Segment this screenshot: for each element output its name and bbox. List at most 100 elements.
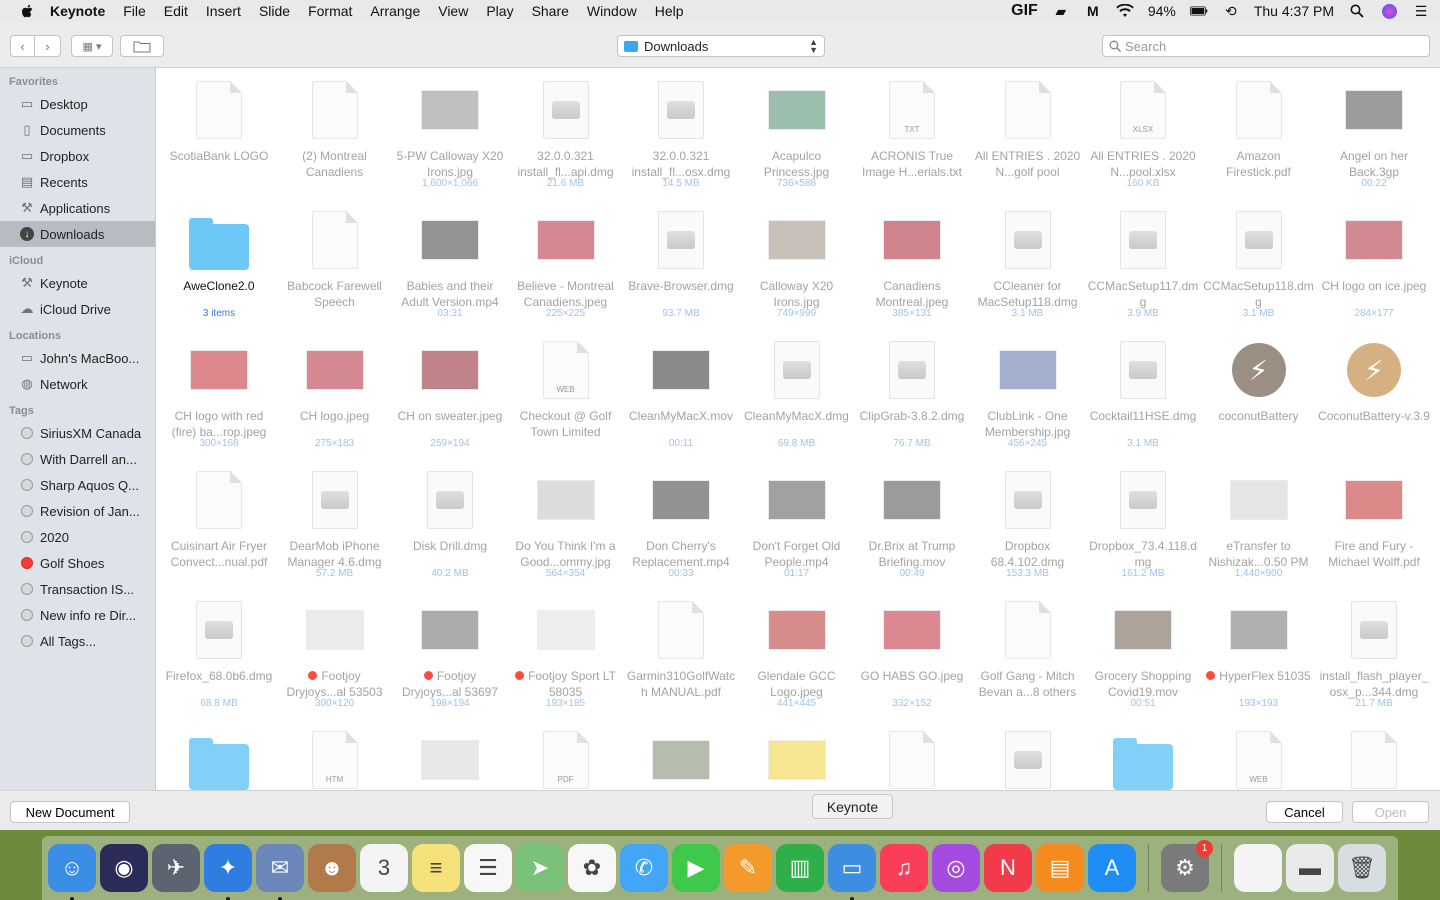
sidebar-tag-sharp-aquos[interactable]: Sharp Aquos Q... <box>0 472 155 498</box>
menu-play[interactable]: Play <box>486 3 513 19</box>
file-item[interactable]: Garmin310GolfWatch MANUAL.pdf <box>625 590 737 720</box>
file-item[interactable]: Babcock Farewell Speech <box>279 200 391 330</box>
messages-icon[interactable]: ✆ <box>620 844 668 892</box>
file-item[interactable]: Don't Forget Old People.mp4 01:17 <box>741 460 853 590</box>
forward-button[interactable]: › <box>34 35 61 57</box>
menu-edit[interactable]: Edit <box>164 3 188 19</box>
safari-icon[interactable]: ✦ <box>204 844 252 900</box>
notification-center-icon[interactable]: ☰ <box>1412 3 1430 19</box>
file-item[interactable]: Fire and Fury - Michael Wolff.pdf <box>1318 460 1430 590</box>
file-item[interactable]: CCleaner for MacSetup118.dmg 3.1 MB <box>972 200 1084 330</box>
file-item[interactable] <box>163 720 275 790</box>
new-document-button[interactable]: New Document <box>10 801 130 823</box>
file-item[interactable]: HyperFlex 51035 193×193 <box>1203 590 1315 720</box>
wifi-icon[interactable] <box>1116 3 1134 19</box>
sidebar-tag-revision[interactable]: Revision of Jan... <box>0 498 155 524</box>
sidebar-item-keynote[interactable]: ⚒ Keynote <box>0 270 155 296</box>
file-item[interactable] <box>625 720 737 790</box>
sidebar-tag-2020[interactable]: 2020 <box>0 524 155 550</box>
file-item[interactable]: CCMacSetup118.dmg 3.1 MB <box>1203 200 1315 330</box>
sidebar-tag-transaction[interactable]: Transaction IS... <box>0 576 155 602</box>
siri-icon[interactable]: ◉ <box>100 844 148 892</box>
menu-format[interactable]: Format <box>308 3 352 19</box>
spotlight-icon[interactable] <box>1348 3 1366 19</box>
file-item[interactable]: CleanMyMacX.mov 00:11 <box>625 330 737 460</box>
file-item[interactable]: (2) Montreal Canadiens <box>279 70 391 200</box>
file-item[interactable]: CH on sweater.jpeg 259×194 <box>394 330 506 460</box>
file-item[interactable]: GO HABS GO.jpeg 332×152 <box>856 590 968 720</box>
menu-slide[interactable]: Slide <box>259 3 290 19</box>
sidebar-item-network[interactable]: ◍ Network <box>0 371 155 397</box>
back-button[interactable]: ‹ <box>10 35 35 57</box>
sidebar-all-tags[interactable]: All Tags... <box>0 628 155 654</box>
sidebar-tag-siriusxm[interactable]: SiriusXM Canada <box>0 420 155 446</box>
apple-menu-icon[interactable] <box>20 3 36 19</box>
file-item[interactable]: CleanMyMacX.dmg 69.8 MB <box>741 330 853 460</box>
file-item[interactable] <box>1087 720 1199 790</box>
gif-menu-extra[interactable]: GIF <box>1011 2 1038 20</box>
sidebar-item-recents[interactable]: ▤ Recents <box>0 169 155 195</box>
file-item[interactable] <box>741 720 853 790</box>
pages-icon[interactable]: ✎ <box>724 844 772 892</box>
file-item[interactable]: Cocktail11HSE.dmg 3.1 MB <box>1087 330 1199 460</box>
sidebar-item-desktop[interactable]: ▭ Desktop <box>0 91 155 117</box>
open-button[interactable]: Open <box>1352 801 1429 823</box>
siri-menu-icon[interactable] <box>1380 3 1398 19</box>
file-item[interactable]: 32.0.0.321 install_fl...osx.dmg 14.5 MB <box>625 70 737 200</box>
news-icon[interactable]: N <box>984 844 1032 892</box>
file-item[interactable]: Dropbox 68.4.102.dmg 153.3 MB <box>972 460 1084 590</box>
file-item[interactable]: ⚡ coconutBattery <box>1203 330 1315 460</box>
reminders-icon[interactable]: ☰ <box>464 844 512 892</box>
menu-window[interactable]: Window <box>587 3 637 19</box>
file-item[interactable]: TXT ACRONIS True Image H...erials.txt <box>856 70 968 200</box>
menubar-clock[interactable]: Thu 4:37 PM <box>1254 3 1334 19</box>
facetime-icon[interactable]: ▶ <box>672 844 720 892</box>
keynote-icon[interactable]: ▭ <box>828 844 876 900</box>
file-item[interactable]: Babies and their Adult Version.mp4 03:31 <box>394 200 506 330</box>
menu-app-name[interactable]: Keynote <box>50 3 105 19</box>
monitor-status-icon[interactable]: ▰ <box>1052 3 1070 19</box>
file-item[interactable]: WEB Checkout @ Golf Town Limited <box>510 330 622 460</box>
file-item[interactable]: Firefox_68.0b6.dmg 68.8 MB <box>163 590 275 720</box>
books-icon[interactable]: ▤ <box>1036 844 1084 892</box>
file-item[interactable]: CH logo with red (fire) ba...rop.jpeg 300… <box>163 330 275 460</box>
file-item[interactable]: Dropbox_73.4.118.dmg 161.2 MB <box>1087 460 1199 590</box>
file-item[interactable]: CH logo on ice.jpeg 284×177 <box>1318 200 1430 330</box>
battery-icon[interactable] <box>1189 3 1208 19</box>
numbers-icon[interactable]: ▥ <box>776 844 824 892</box>
file-item[interactable] <box>972 720 1084 790</box>
sidebar-item-dropbox[interactable]: ▭ Dropbox <box>0 143 155 169</box>
file-item[interactable]: Canadiens Montreal.jpeg 385×131 <box>856 200 968 330</box>
menu-file[interactable]: File <box>123 3 146 19</box>
file-item[interactable]: Golf Gang - Mitch Bevan a...8 others <box>972 590 1084 720</box>
file-item[interactable]: ⚡ CoconutBattery-v.3.9 <box>1318 330 1430 460</box>
screenshot-icon[interactable]: ▬ <box>1286 844 1334 892</box>
photos-icon[interactable]: ✿ <box>568 844 616 892</box>
file-item[interactable]: Believe - Montreal Canadiens.jpeg 225×225 <box>510 200 622 330</box>
file-item[interactable]: Amazon Firestick.pdf <box>1203 70 1315 200</box>
file-item[interactable]: CH logo.jpeg 275×183 <box>279 330 391 460</box>
file-item[interactable]: HTM <box>279 720 391 790</box>
file-item[interactable]: 32.0.0.321 install_fl...api.dmg 21.6 MB <box>510 70 622 200</box>
sidebar-tag-golf-shoes[interactable]: Golf Shoes <box>0 550 155 576</box>
file-item[interactable]: install_flash_player_osx_p...344.dmg 21.7… <box>1318 590 1430 720</box>
sidebar-item-icloud-drive[interactable]: ☁ iCloud Drive <box>0 296 155 322</box>
sidebar-item-documents[interactable]: ▯ Documents <box>0 117 155 143</box>
file-item[interactable]: Angel on her Back.3gp 00:22 <box>1318 70 1430 200</box>
trash-icon[interactable]: 🗑 <box>1338 844 1386 892</box>
mail-eagle-icon[interactable]: ✉ <box>256 844 304 900</box>
file-item[interactable]: Brave-Browser.dmg 93.7 MB <box>625 200 737 330</box>
file-item[interactable]: Footjoy Sport LT 58035 193×185 <box>510 590 622 720</box>
file-item[interactable]: Dr.Brix at Trump Briefing.mov 00:49 <box>856 460 968 590</box>
file-item[interactable]: Footjoy Dryjoys...al 53697 198×194 <box>394 590 506 720</box>
file-item[interactable]: Disk Drill.dmg 40.2 MB <box>394 460 506 590</box>
sidebar-tag-new-info[interactable]: New info re Dir... <box>0 602 155 628</box>
cancel-button[interactable]: Cancel <box>1266 801 1343 823</box>
maps-icon[interactable]: ➤ <box>516 844 564 892</box>
file-item[interactable]: All ENTRIES . 2020 N...golf pool <box>972 70 1084 200</box>
time-machine-icon[interactable]: ⟲ <box>1222 3 1240 19</box>
file-item[interactable] <box>394 720 506 790</box>
file-item[interactable]: Acapulco Princess.jpg 736×588 <box>741 70 853 200</box>
sidebar-item-applications[interactable]: ⚒ Applications <box>0 195 155 221</box>
file-item[interactable]: Don Cherry's Replacement.mp4 00:33 <box>625 460 737 590</box>
